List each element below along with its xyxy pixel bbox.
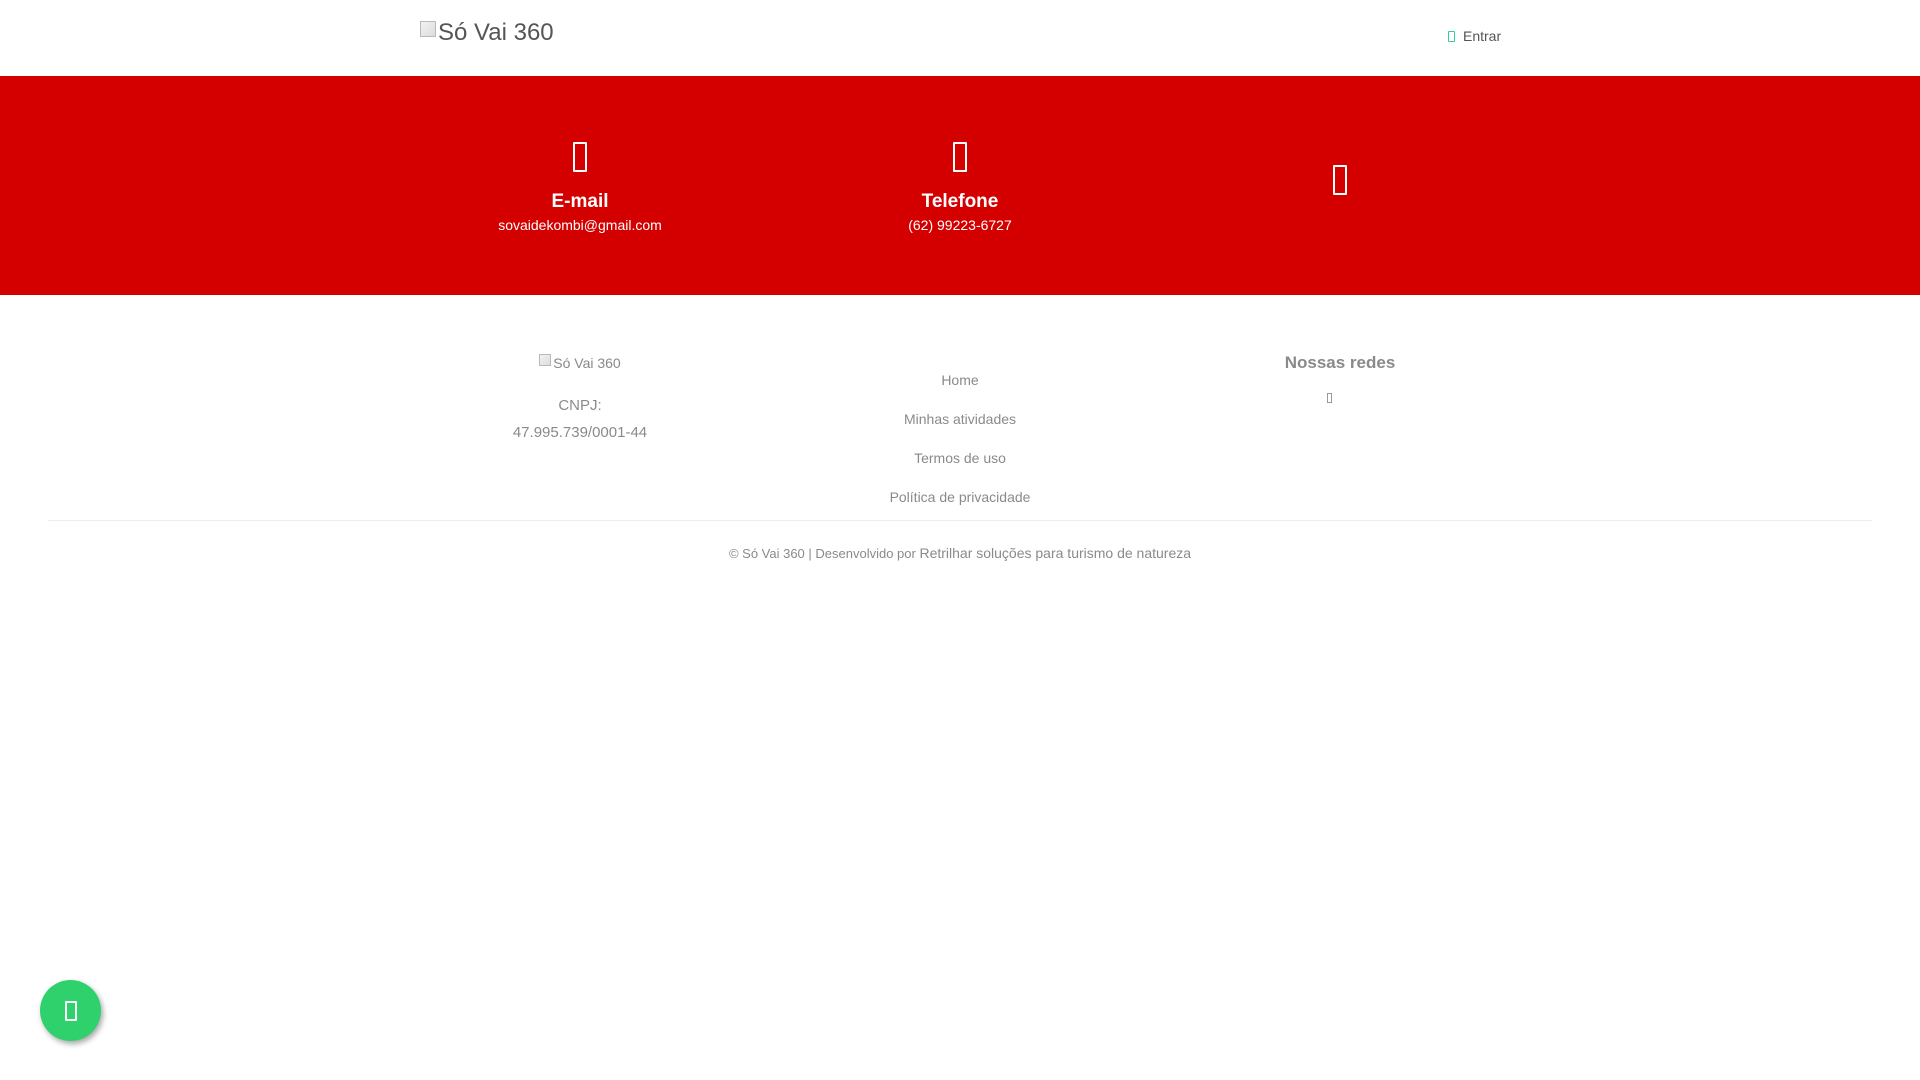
sign-in-icon bbox=[1448, 30, 1455, 42]
footer-link-terms[interactable]: Termos de uso bbox=[770, 449, 1150, 467]
contact-social[interactable] bbox=[1150, 165, 1530, 200]
social-icon[interactable] bbox=[1333, 165, 1347, 195]
envelope-icon bbox=[573, 142, 587, 172]
copyright: © Só Vai 360 | Desenvolvido por Retrilha… bbox=[0, 545, 1920, 561]
whatsapp-button[interactable] bbox=[40, 980, 101, 1041]
contact-phone: Telefone (62) 99223-6727 bbox=[770, 142, 1150, 234]
cnpj-value: 47.995.739/0001-44 bbox=[512, 424, 648, 441]
copyright-text: © Só Vai 360 | Desenvolvido por bbox=[728, 546, 916, 561]
login-link[interactable]: Entrar bbox=[1448, 28, 1501, 44]
footer-divider bbox=[48, 520, 1872, 521]
site-footer: Só Vai 360 CNPJ: 47.995.739/0001-44 Home… bbox=[0, 295, 1920, 595]
phone-icon bbox=[953, 142, 967, 172]
whatsapp-icon bbox=[64, 1000, 77, 1021]
login-label: Entrar bbox=[1463, 28, 1502, 44]
cnpj-label: CNPJ: bbox=[558, 397, 602, 414]
contact-phone-value[interactable]: (62) 99223-6727 bbox=[770, 216, 1150, 234]
contact-phone-title: Telefone bbox=[921, 191, 999, 212]
social-title: Nossas redes bbox=[1284, 353, 1396, 372]
developer-link[interactable]: Retrilhar soluções para turismo de natur… bbox=[919, 545, 1191, 561]
site-logo[interactable]: Só Vai 360 bbox=[420, 20, 554, 46]
footer-social: Nossas redes bbox=[1150, 353, 1530, 408]
site-header: Só Vai 360 Entrar bbox=[0, 0, 1920, 76]
footer-brand: Só Vai 360 CNPJ: 47.995.739/0001-44 bbox=[390, 354, 770, 446]
footer-link-my-activities[interactable]: Minhas atividades bbox=[770, 410, 1150, 428]
broken-image-icon bbox=[539, 354, 552, 366]
instagram-icon[interactable] bbox=[1326, 393, 1332, 403]
contact-email-title: E-mail bbox=[551, 191, 609, 212]
contact-email-value[interactable]: sovaidekombi@gmail.com bbox=[390, 216, 770, 234]
footer-nav: Home Minhas atividades Termos de uso Pol… bbox=[770, 371, 1150, 527]
contact-email: E-mail sovaidekombi@gmail.com bbox=[390, 142, 770, 234]
broken-image-icon bbox=[420, 21, 436, 37]
contact-band: E-mail sovaidekombi@gmail.com Telefone (… bbox=[0, 76, 1920, 295]
site-logo-alt-text: Só Vai 360 bbox=[438, 19, 554, 46]
footer-link-privacy[interactable]: Política de privacidade bbox=[770, 488, 1150, 506]
footer-logo-alt-text: Só Vai 360 bbox=[553, 355, 621, 371]
footer-link-home[interactable]: Home bbox=[770, 371, 1150, 389]
footer-logo: Só Vai 360 bbox=[539, 354, 621, 371]
